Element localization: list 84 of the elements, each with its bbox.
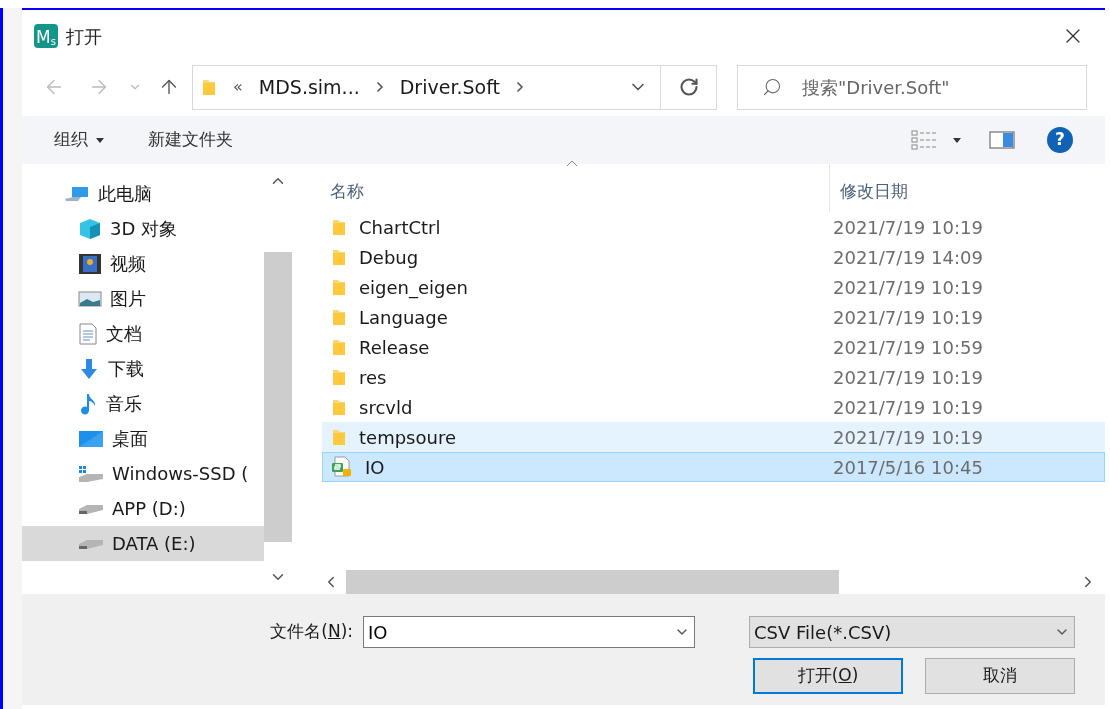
sidebar-item[interactable]: 桌面: [22, 421, 264, 456]
sidebar-item[interactable]: 图片: [22, 281, 264, 316]
toolbar-button[interactable]: 新建文件夹: [148, 127, 233, 153]
sidebar-item[interactable]: 下载: [22, 351, 264, 386]
modified-date: 2021/7/19 10:19: [833, 275, 983, 300]
file-row[interactable]: Debug 2021/7/19 14:09: [322, 242, 1105, 272]
computer-icon: [64, 185, 90, 202]
path-overflow-marker[interactable]: «: [229, 75, 247, 99]
filename-input[interactable]: IO: [368, 618, 674, 646]
down-arrow-icon: [78, 357, 100, 380]
modified-date: 2021/7/19 10:19: [833, 395, 983, 420]
modified-date: 2021/7/19 10:19: [833, 425, 983, 450]
caret-down-icon: [953, 137, 961, 143]
search-icon: [762, 77, 782, 97]
file-name: Debug: [359, 245, 419, 270]
sidebar-item[interactable]: 此电脑: [22, 176, 264, 211]
cube-icon: [78, 217, 102, 240]
document-icon: [78, 322, 98, 345]
folder-icon: [331, 338, 347, 356]
desktop-icon: [78, 429, 104, 448]
breadcrumb[interactable]: Driver.Soft: [399, 72, 500, 102]
caret-down-icon: [96, 137, 104, 143]
modified-date: 2021/7/19 14:09: [833, 245, 983, 270]
sidebar-item[interactable]: Windows-SSD (: [22, 456, 264, 491]
file-row[interactable]: tempsoure 2021/7/19 10:19: [322, 422, 1105, 452]
film-icon: [78, 252, 102, 275]
folder-icon: [331, 398, 347, 416]
sidebar-item[interactable]: 文档: [22, 316, 264, 351]
folder-icon: [331, 308, 347, 326]
sidebar-item[interactable]: DATA (E:): [22, 526, 264, 561]
drive-icon: [78, 537, 104, 550]
folder-icon: [331, 248, 347, 266]
sidebar-item[interactable]: APP (D:): [22, 491, 264, 526]
drive-icon: [78, 502, 104, 515]
view-options-button[interactable]: [911, 130, 961, 150]
toolbar-button[interactable]: 组织: [54, 127, 104, 153]
file-name: Release: [359, 335, 430, 360]
file-name: IO: [365, 455, 385, 480]
preview-pane-button[interactable]: [989, 131, 1015, 149]
filetype-dropdown[interactable]: CSV File(*.CSV): [749, 616, 1075, 648]
column-header[interactable]: 修改日期: [830, 164, 1105, 212]
folder-icon: [331, 218, 347, 236]
sidebar-item[interactable]: 视频: [22, 246, 264, 281]
folder-icon: [331, 368, 347, 386]
dialog-button[interactable]: 取消: [925, 658, 1075, 694]
column-header[interactable]: 名称: [322, 164, 830, 212]
sidebar-item[interactable]: 音乐: [22, 386, 264, 421]
help-button[interactable]: ?: [1047, 127, 1073, 153]
modified-date: 2017/5/16 10:45: [833, 455, 983, 480]
spreadsheet-file-icon: [331, 456, 353, 478]
folder-icon: [331, 278, 347, 296]
app-logo: Ms: [34, 24, 58, 48]
search-input[interactable]: 搜索"Driver.Soft": [802, 73, 1052, 101]
file-name: eigen_eigen: [359, 275, 468, 301]
file-row[interactable]: Language 2021/7/19 10:19: [322, 302, 1105, 332]
system-drive-icon: [78, 464, 104, 483]
modified-date: 2021/7/19 10:19: [833, 365, 983, 390]
filename-label: 文件名(N):: [270, 620, 353, 644]
modified-date: 2021/7/19 10:19: [833, 305, 983, 330]
window-title: 打开: [66, 24, 102, 49]
dialog-button[interactable]: 打开(O): [753, 658, 903, 694]
sidebar-item[interactable]: 3D 对象: [22, 211, 264, 246]
refresh-icon: [678, 77, 699, 97]
file-name: ChartCtrl: [359, 215, 441, 240]
filename-field[interactable]: IO: [363, 616, 695, 648]
folder-icon: [331, 428, 347, 446]
breadcrumb[interactable]: MDS.sim...: [258, 72, 360, 102]
modified-date: 2021/7/19 10:19: [833, 215, 983, 240]
file-row[interactable]: Release 2021/7/19 10:59: [322, 332, 1105, 362]
file-row[interactable]: eigen_eigen 2021/7/19 10:19: [322, 272, 1105, 302]
file-name: tempsoure: [359, 425, 456, 450]
file-name: Language: [359, 305, 448, 330]
landscape-image-icon: [78, 290, 102, 307]
address-bar[interactable]: « MDS.sim... Driver.Soft: [192, 64, 717, 110]
folder-icon: [201, 78, 217, 96]
file-row[interactable]: res 2021/7/19 10:19: [322, 362, 1105, 392]
file-name: srcvld: [359, 395, 413, 420]
file-row[interactable]: srcvld 2021/7/19 10:19: [322, 392, 1105, 422]
music-note-icon: [78, 392, 98, 415]
file-row[interactable]: IO 2017/5/16 10:45: [322, 452, 1105, 482]
file-name: res: [359, 365, 387, 390]
modified-date: 2021/7/19 10:59: [833, 335, 983, 360]
search-field[interactable]: 搜索"Driver.Soft": [737, 64, 1087, 110]
file-row[interactable]: ChartCtrl 2021/7/19 10:19: [322, 212, 1105, 242]
